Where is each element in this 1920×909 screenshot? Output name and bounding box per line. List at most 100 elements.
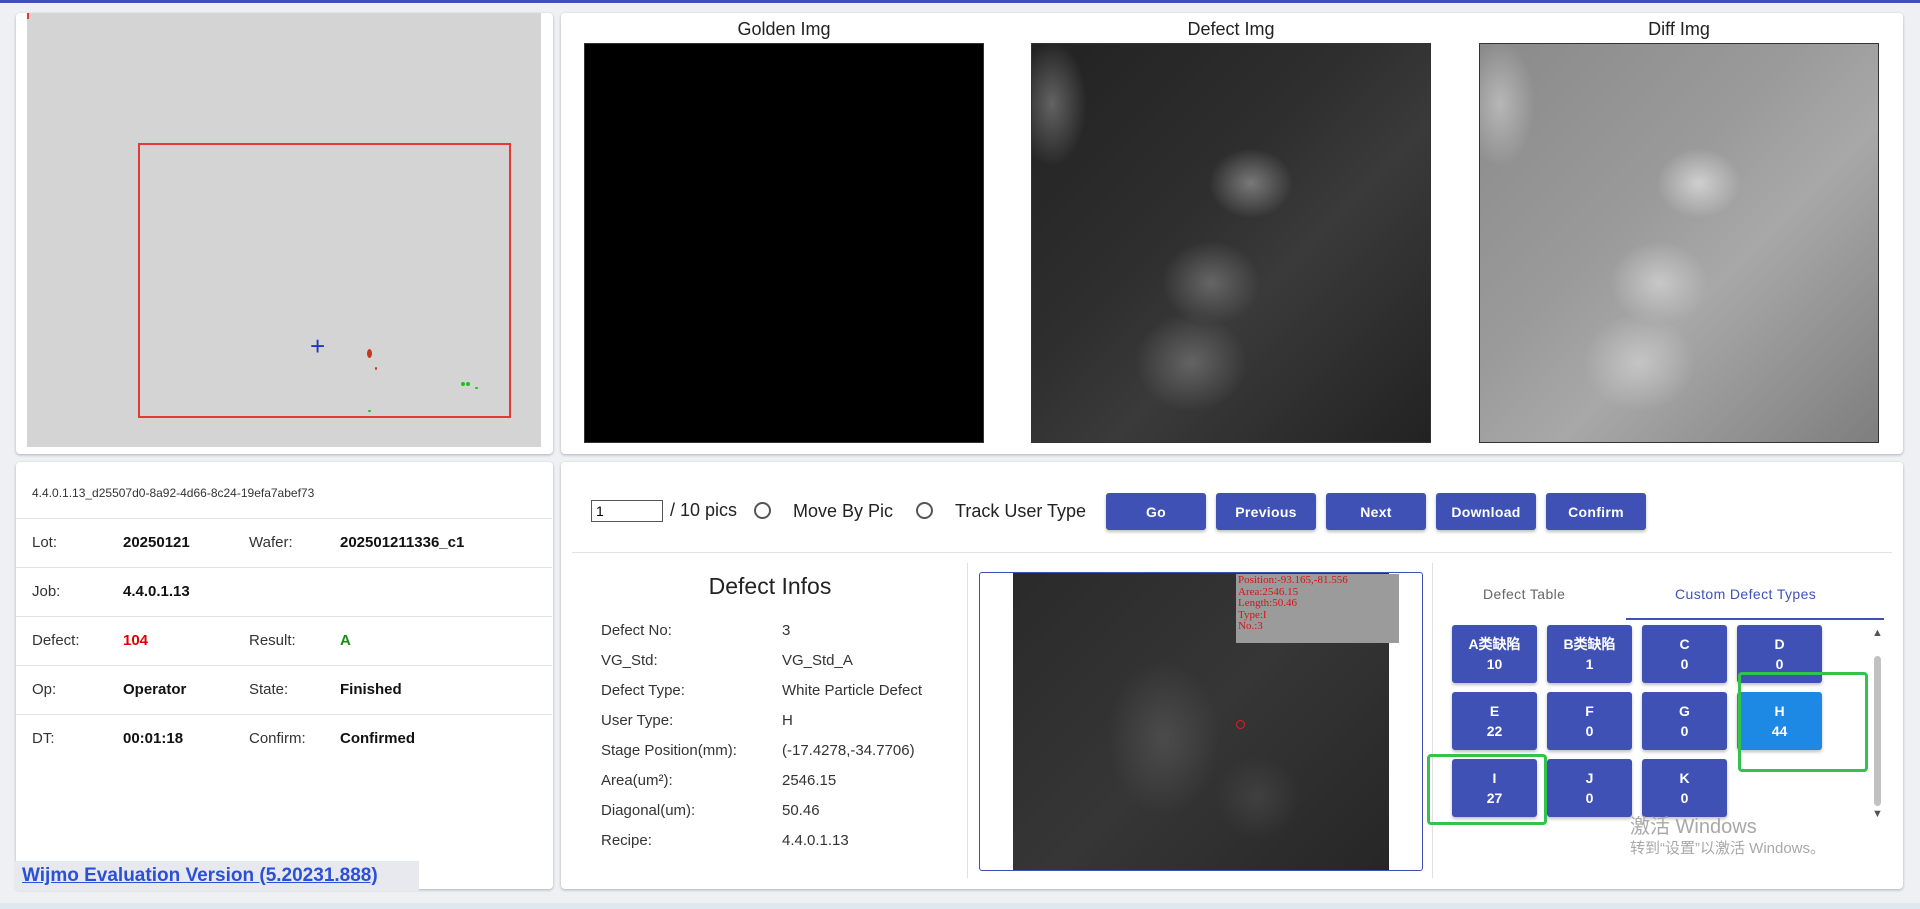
pic-number-input[interactable]	[591, 500, 663, 522]
user-type-value: H	[782, 712, 793, 729]
corner-mark	[27, 13, 29, 19]
stage-position-label: Stage Position(mm):	[601, 742, 737, 759]
defect-image[interactable]	[1031, 43, 1431, 443]
scrollbar-thumb[interactable]	[1874, 656, 1881, 806]
defect-no-value: 3	[782, 622, 791, 639]
pic-total-text: / 10 pics	[670, 500, 738, 520]
defect-infos-title: Defect Infos	[708, 573, 832, 599]
type-button-c[interactable]: C 0	[1642, 625, 1727, 683]
defect-count-value: 104	[123, 632, 149, 649]
type-button-f[interactable]: F 0	[1547, 692, 1632, 750]
info-row-job: Job: 4.4.0.1.13	[16, 567, 552, 616]
defect-dot	[367, 349, 372, 358]
diff-img-title: Diff Img	[1648, 19, 1710, 39]
type-name: A类缺陷	[1468, 636, 1521, 652]
wijmo-link[interactable]: Wijmo Evaluation Version (5.20231.888)	[22, 865, 378, 887]
info-row-defect: Defect: 104 Result: A	[16, 616, 552, 665]
type-count: 0	[1585, 723, 1594, 739]
type-name: J	[1585, 770, 1594, 786]
type-button-k[interactable]: K 0	[1642, 759, 1727, 817]
diagonal-label: Diagonal(um):	[601, 802, 696, 819]
defect-overlay-text: Position:-93.165,-81.556 Area:2546.15 Le…	[1236, 574, 1399, 643]
type-name: B类缺陷	[1563, 636, 1616, 652]
op-value: Operator	[123, 681, 187, 698]
area-label: Area(um²):	[601, 772, 673, 789]
result-value: A	[340, 632, 351, 649]
op-label: Op:	[32, 681, 57, 698]
bottom-strip	[0, 903, 1920, 909]
type-button-a[interactable]: A类缺陷 10	[1452, 625, 1537, 683]
job-value: 4.4.0.1.13	[123, 583, 190, 600]
toolbar-divider	[572, 552, 1892, 553]
diagonal-value: 50.46	[782, 802, 820, 819]
lot-value: 20250121	[123, 534, 190, 551]
active-tab-indicator	[1626, 618, 1884, 620]
overlay-no: No.:3	[1238, 620, 1263, 632]
defect-dot	[375, 367, 377, 370]
type-button-e[interactable]: E 22	[1452, 692, 1537, 750]
windows-activation-hint: 转到“设置”以激活 Windows。	[1630, 840, 1826, 857]
track-user-type-radio[interactable]	[916, 502, 933, 519]
overlay-position: Position:-93.165,-81.556	[1238, 574, 1348, 586]
download-button[interactable]: Download	[1436, 493, 1536, 530]
overlay-length: Length:50.46	[1238, 597, 1297, 609]
next-button[interactable]: Next	[1326, 493, 1426, 530]
golden-img-title: Golden Img	[737, 19, 831, 39]
recipe-value: 4.4.0.1.13	[782, 832, 849, 849]
defect-preview[interactable]: Position:-93.165,-81.556 Area:2546.15 Le…	[979, 572, 1423, 871]
type-name: K	[1679, 770, 1690, 786]
info-row-lot: Lot: 20250121 Wafer: 202501211336_c1	[16, 518, 552, 567]
lot-label: Lot:	[32, 534, 58, 551]
crosshair-icon: +	[310, 331, 326, 361]
type-count: 0	[1680, 656, 1689, 672]
recipe-label: Recipe:	[601, 832, 652, 849]
stage-position-value: (-17.4278,-34.7706)	[782, 742, 915, 759]
wafer-label: Wafer:	[249, 534, 293, 551]
go-button[interactable]: Go	[1106, 493, 1206, 530]
type-count: 0	[1775, 656, 1784, 672]
type-count: 0	[1680, 723, 1689, 739]
result-label: Result:	[249, 632, 296, 649]
info-row-op: Op: Operator State: Finished	[16, 665, 552, 714]
type-count: 1	[1585, 656, 1594, 672]
move-by-pic-label[interactable]: Move By Pic	[793, 501, 893, 522]
type-name: C	[1679, 636, 1690, 652]
type-name: G	[1679, 703, 1690, 719]
scroll-up-icon[interactable]: ▲	[1872, 627, 1883, 639]
diff-image[interactable]	[1479, 43, 1879, 443]
dt-label: DT:	[32, 730, 55, 747]
vg-std-value: VG_Std_A	[782, 652, 853, 669]
dt-value: 00:01:18	[123, 730, 184, 747]
windows-activation-watermark: 激活 Windows	[1630, 816, 1757, 838]
scroll-down-icon[interactable]: ▼	[1872, 808, 1883, 820]
highlight-box-h	[1738, 672, 1868, 772]
type-button-b[interactable]: B类缺陷 1	[1547, 625, 1632, 683]
wafer-map[interactable]: +	[27, 13, 541, 447]
wafer-value: 202501211336_c1	[340, 534, 465, 551]
track-user-type-label[interactable]: Track User Type	[955, 501, 1086, 522]
golden-image[interactable]	[584, 43, 984, 443]
type-name: F	[1585, 703, 1594, 719]
confirm-value: Confirmed	[340, 730, 415, 747]
job-label: Job:	[32, 583, 61, 600]
wijmo-evaluation-banner[interactable]: Wijmo Evaluation Version (5.20231.888)	[14, 861, 419, 891]
defect-dot	[368, 410, 371, 412]
defect-no-label: Defect No:	[601, 622, 672, 639]
info-row-dt: DT: 00:01:18 Confirm: Confirmed	[16, 714, 552, 763]
tab-custom-defect-types[interactable]: Custom Defect Types	[1675, 586, 1816, 602]
defect-label: Defect:	[32, 632, 80, 649]
state-value: Finished	[340, 681, 402, 698]
type-button-j[interactable]: J 0	[1547, 759, 1632, 817]
type-count: 10	[1486, 656, 1503, 672]
area-value: 2546.15	[782, 772, 837, 789]
highlight-box-i	[1427, 754, 1547, 825]
previous-button[interactable]: Previous	[1216, 493, 1316, 530]
defect-type-value: White Particle Defect	[782, 682, 923, 699]
move-by-pic-radio[interactable]	[754, 502, 771, 519]
type-button-g[interactable]: G 0	[1642, 692, 1727, 750]
vg-std-label: VG_Std:	[601, 652, 658, 669]
defect-type-label: Defect Type:	[601, 682, 685, 699]
tab-defect-table[interactable]: Defect Table	[1483, 586, 1565, 602]
confirm-button[interactable]: Confirm	[1546, 493, 1646, 530]
wafer-roi-rectangle	[138, 143, 511, 418]
